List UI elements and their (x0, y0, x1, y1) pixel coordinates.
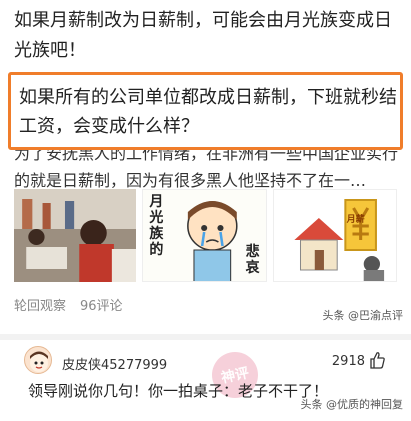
article-source[interactable]: 轮回观察 (14, 295, 66, 314)
thumb-char: 族 (149, 226, 164, 242)
article-title-highlight[interactable]: 如果所有的公司单位都改成日薪制，下班就秒结工资，会变成什么样？ (8, 72, 403, 150)
thumb-char: 的 (149, 242, 164, 258)
thumb-label: 月薪 (346, 215, 365, 225)
thumbnail-workers-photo[interactable] (14, 189, 137, 282)
thumb-char: 月 (149, 194, 164, 210)
article-card[interactable]: 如果所有的公司单位都改成日薪制，下班就秒结工资，会变成什么样？ 为了安抚黑人的工… (0, 72, 411, 320)
headline: 如果月薪制改为日薪制，可能会由月光族变成日光族吧！ (14, 10, 392, 61)
avatar[interactable] (24, 346, 52, 374)
comment-count[interactable]: 96评论 (80, 295, 123, 314)
thumbnail-row[interactable]: 月 光 族 的 悲 哀 月薪 (14, 189, 397, 282)
like-count: 2918 (331, 354, 365, 369)
thumb-char: 哀 (245, 260, 260, 276)
source-watermark: 头条 @巴渝点评 (322, 309, 404, 322)
thumbs-up-icon[interactable] (369, 351, 385, 369)
commenter-name[interactable]: 皮皮侠45277999 (62, 354, 167, 373)
thumb-char: 光 (149, 210, 164, 226)
thumbnail-house-money[interactable]: 月薪 (272, 189, 397, 282)
article-meta: 轮回观察 96评论 (14, 295, 123, 314)
comment-text: 领导刚说你几句！你一拍桌子：老子不干了！ (28, 382, 329, 400)
thumbnail-cartoon-sad[interactable]: 月 光 族 的 悲 哀 (142, 189, 267, 282)
footer-watermark: 头条 @优质的神回复 (300, 398, 404, 411)
thumb-char: 悲 (245, 244, 260, 260)
article-title[interactable]: 如果所有的公司单位都改成日薪制，下班就秒结工资，会变成什么样？ (19, 83, 400, 141)
